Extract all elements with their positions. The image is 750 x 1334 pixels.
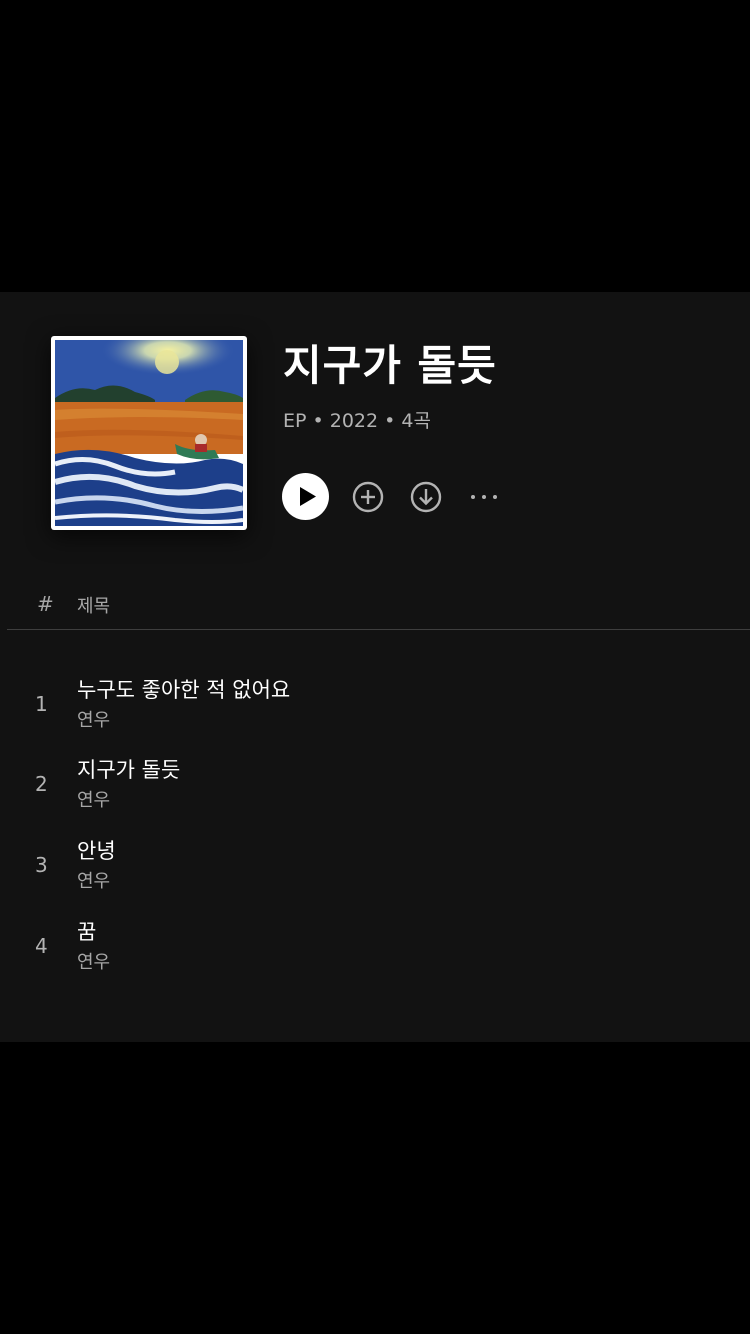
download-button[interactable] (410, 481, 442, 513)
track-number: 2 (35, 772, 48, 796)
more-options-button[interactable] (468, 481, 500, 513)
track-number: 4 (35, 934, 48, 958)
album-cover-artwork (55, 340, 243, 526)
track-title: 누구도 좋아한 적 없어요 (77, 678, 291, 702)
track-artist[interactable]: 연우 (77, 867, 110, 893)
plus-circle-icon (352, 481, 384, 513)
track-row[interactable]: 2 지구가 돌듯 연우 (0, 750, 750, 820)
track-artist[interactable]: 연우 (77, 786, 110, 812)
tracklist-header-number: # (37, 592, 54, 616)
track-artist[interactable]: 연우 (77, 706, 110, 732)
play-icon (300, 487, 316, 506)
tracklist-divider (7, 629, 750, 630)
track-row[interactable]: 4 꿈 연우 (0, 912, 750, 982)
album-title: 지구가 돌듯 (283, 341, 497, 390)
download-circle-icon (410, 481, 442, 513)
track-row[interactable]: 3 안녕 연우 (0, 831, 750, 901)
track-number: 3 (35, 853, 48, 877)
album-controls (282, 473, 522, 521)
track-row[interactable]: 1 누구도 좋아한 적 없어요 연우 (0, 670, 750, 740)
album-panel: 지구가 돌듯 EP • 2022 • 4곡 # 제목 1 누구도 좋아한 적 없… (0, 292, 750, 1042)
track-title: 지구가 돌듯 (77, 758, 181, 782)
album-meta: EP • 2022 • 4곡 (283, 410, 431, 432)
play-button[interactable] (282, 473, 329, 520)
track-number: 1 (35, 692, 48, 716)
track-title: 꿈 (77, 920, 97, 944)
album-cover[interactable] (51, 336, 247, 530)
add-to-library-button[interactable] (352, 481, 384, 513)
track-title: 안녕 (77, 839, 116, 863)
tracklist-header-title: 제목 (77, 596, 111, 617)
track-artist[interactable]: 연우 (77, 948, 110, 974)
more-horizontal-icon (471, 495, 497, 499)
